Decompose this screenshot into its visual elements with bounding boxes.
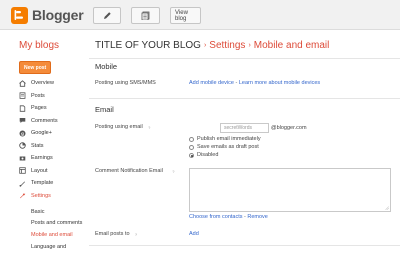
radio-label: Save emails as draft post <box>197 144 259 150</box>
add-email-link[interactable]: Add <box>189 231 199 237</box>
sidebar-item-posts[interactable]: Posts <box>19 90 75 103</box>
my-blogs-link[interactable]: My blogs <box>19 40 59 51</box>
layout-icon <box>19 167 26 174</box>
secret-words-input[interactable]: secretWords <box>220 123 269 133</box>
blogger-logo-icon[interactable] <box>11 7 28 24</box>
posting-email-label: Posting using email <box>95 124 143 130</box>
new-post-pencil-button[interactable] <box>93 7 121 24</box>
comments-icon <box>19 117 26 124</box>
sidebar-item-label: Comments <box>31 117 58 124</box>
sidebar-item-label: Posts <box>31 92 45 99</box>
help-icon[interactable]: ? <box>147 125 152 130</box>
sidebar-item-stats[interactable]: Stats <box>19 140 75 153</box>
breadcrumb-separator-icon: › <box>203 42 207 49</box>
settings-icon <box>19 192 26 199</box>
sms-label: Posting using SMS/MMS <box>95 80 156 86</box>
radio-button[interactable] <box>189 136 194 142</box>
pencil-icon <box>103 12 111 19</box>
stats-icon <box>19 142 26 149</box>
radio-label: Disabled <box>197 152 219 158</box>
email-domain: @blogger.com <box>271 125 307 131</box>
section-divider <box>89 98 400 99</box>
sidebar-item-template[interactable]: Template <box>19 177 75 190</box>
sidebar-item-overview[interactable]: Overview <box>19 77 75 90</box>
choose-from-contacts-link[interactable]: Choose from contacts <box>189 214 243 220</box>
subnav-item-mobile-and-email[interactable]: Mobile and email <box>31 229 82 241</box>
breadcrumb-separator-icon: › <box>248 42 251 49</box>
add-mobile-device-link[interactable]: Add mobile device <box>189 80 234 86</box>
view-blog-button[interactable]: View blog <box>170 7 201 24</box>
sidebar-item-label: Stats <box>31 142 44 149</box>
email-section-title: Email <box>95 105 114 114</box>
template-icon <box>19 180 26 187</box>
mobile-links: Add mobile device - Learn more about mob… <box>189 80 320 86</box>
overview-icon <box>19 79 26 87</box>
section-divider <box>89 245 400 246</box>
radio-save-as-draft[interactable]: Save emails as draft post <box>189 144 259 150</box>
contacts-links: Choose from contacts - Remove <box>189 214 268 220</box>
radio-button[interactable] <box>189 152 194 158</box>
email-posts-to-label: Email posts to <box>95 231 130 237</box>
sidebar-item-layout[interactable]: Layout <box>19 165 75 178</box>
resize-handle-icon[interactable] <box>385 206 389 210</box>
svg-text:g: g <box>21 131 24 136</box>
breadcrumb-settings[interactable]: Settings <box>209 40 245 51</box>
learn-more-link[interactable]: Learn more about mobile devices <box>239 80 320 86</box>
help-icon[interactable]: ? <box>171 169 176 174</box>
posts-icon <box>19 92 26 100</box>
radio-label: Publish email immediately <box>197 136 261 142</box>
blog-title[interactable]: TITLE OF YOUR BLOG <box>95 40 201 51</box>
brand-name[interactable]: Blogger <box>32 7 84 23</box>
sidebar-item-label: Settings <box>31 192 51 199</box>
sidebar-item-label: Overview <box>31 80 54 87</box>
sidebar-item-label: Earnings <box>31 155 53 162</box>
sidebar-item-label: Google+ <box>31 130 52 137</box>
earnings-icon <box>19 155 26 162</box>
pages-icon <box>19 105 26 112</box>
settings-subnav: Basic Posts and comments Mobile and emai… <box>31 206 82 252</box>
sidebar-item-comments[interactable]: Comments <box>19 115 75 128</box>
sidebar-item-label: Layout <box>31 167 48 174</box>
sidebar-item-label: Pages <box>31 105 47 112</box>
sidebar-item-earnings[interactable]: Earnings <box>19 152 75 165</box>
new-post-button[interactable]: New post <box>19 61 52 74</box>
sidebar-item-settings[interactable]: Settings <box>19 190 75 203</box>
breadcrumb-current: Mobile and email <box>253 40 330 51</box>
radio-button[interactable] <box>189 144 194 150</box>
email-posts-to-row: Email posts to ? <box>95 231 139 237</box>
radio-publish-immediately[interactable]: Publish email immediately <box>189 136 261 142</box>
subnav-item-posts-and-comments[interactable]: Posts and comments <box>31 218 82 230</box>
top-bar: Blogger View blog <box>0 0 400 30</box>
section-divider <box>89 58 400 59</box>
subnav-item-basic[interactable]: Basic <box>31 206 82 218</box>
comment-notification-label: Comment Notification Email <box>95 168 163 174</box>
comment-notification-textarea[interactable] <box>189 168 391 212</box>
posting-using-email-row: Posting using email ? <box>95 124 152 130</box>
posts-list-button[interactable] <box>131 7 160 24</box>
comment-notification-row: Comment Notification Email ? <box>95 168 176 174</box>
sidebar-item-google-plus[interactable]: g Google+ <box>19 127 75 140</box>
help-icon[interactable]: ? <box>134 232 139 237</box>
sidebar-item-label: Template <box>31 180 54 187</box>
page-title: TITLE OF YOUR BLOG › Settings › Mobile and e… <box>95 40 329 51</box>
subnav-item-language[interactable]: Language and <box>31 241 82 253</box>
remove-link[interactable]: Remove <box>247 214 267 220</box>
posts-list-icon <box>141 11 150 20</box>
radio-disabled[interactable]: Disabled <box>189 152 218 158</box>
mobile-section-title: Mobile <box>95 62 118 71</box>
sidebar-nav: Overview Posts Pages Comments g Google+ … <box>19 77 75 202</box>
sidebar-item-pages[interactable]: Pages <box>19 102 75 115</box>
google-plus-icon: g <box>19 130 26 137</box>
